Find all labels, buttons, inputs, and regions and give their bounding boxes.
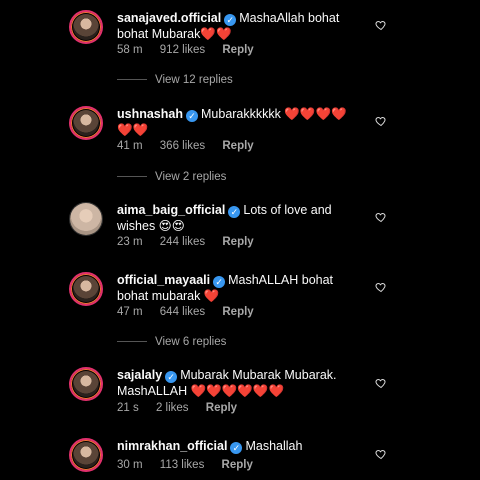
comment-likes[interactable]: 644 likes — [160, 306, 205, 318]
comment-username[interactable]: nimrakhan_official — [117, 439, 227, 453]
view-replies-label: View 12 replies — [155, 74, 233, 86]
heart-outline-icon[interactable] — [375, 19, 387, 31]
view-replies-button[interactable]: View 12 replies — [117, 74, 233, 86]
comment-body: sanajaved.official ✓ MashaAllah bohat boha… — [117, 10, 362, 42]
reply-button[interactable]: Reply — [222, 236, 253, 248]
comment-username[interactable]: ushnashah — [117, 107, 183, 121]
reply-button[interactable]: Reply — [222, 459, 253, 471]
avatar[interactable] — [69, 367, 103, 401]
comment-meta: 41 m 366 likes Reply — [117, 140, 268, 152]
comment-username[interactable]: sanajaved.official — [117, 11, 221, 25]
verified-badge-icon: ✓ — [213, 276, 226, 288]
comment-body: official_mayaali ✓ MashALLAH bohat bohat m… — [117, 272, 362, 304]
comment-meta: 21 s 2 likes Reply — [117, 402, 251, 414]
reply-button[interactable]: Reply — [206, 402, 237, 414]
comment-likes[interactable]: 244 likes — [160, 236, 205, 248]
heart-outline-icon[interactable] — [375, 448, 387, 460]
reply-button[interactable]: Reply — [222, 306, 253, 318]
verified-badge-icon: ✓ — [186, 110, 198, 122]
comment-likes[interactable]: 2 likes — [156, 402, 189, 414]
divider — [117, 176, 147, 178]
heart-outline-icon[interactable] — [375, 211, 387, 223]
comment-likes[interactable]: 113 likes — [160, 459, 205, 471]
divider — [117, 341, 147, 343]
avatar[interactable] — [69, 202, 103, 236]
verified-badge-icon: ✓ — [224, 14, 237, 26]
comment-text: Mashallah — [245, 439, 303, 453]
comment-meta: 58 m 912 likes Reply — [117, 44, 268, 56]
view-replies-button[interactable]: View 6 replies — [117, 336, 226, 348]
heart-outline-icon[interactable] — [375, 281, 387, 293]
heart-outline-icon[interactable] — [375, 115, 387, 127]
comment-body: aima_baig_official ✓ Lots of love and wish… — [117, 202, 362, 234]
avatar[interactable] — [69, 272, 103, 306]
comment-body: ushnashah ✓ Mubarakkkkkk ❤️❤️❤️❤️❤️❤️ — [117, 106, 362, 138]
comment-likes[interactable]: 912 likes — [160, 44, 205, 56]
comment-time: 30 m — [117, 459, 143, 471]
comment-time: 41 m — [117, 140, 143, 152]
comment-time: 47 m — [117, 306, 143, 318]
comment-meta: 47 m 644 likes Reply — [117, 306, 268, 318]
view-replies-label: View 2 replies — [155, 171, 227, 183]
comment-username[interactable]: sajalaly — [117, 368, 162, 382]
divider — [117, 79, 147, 81]
reply-button[interactable]: Reply — [222, 140, 253, 152]
reply-button[interactable]: Reply — [222, 44, 253, 56]
comment-likes[interactable]: 366 likes — [160, 140, 205, 152]
heart-outline-icon[interactable] — [375, 377, 387, 389]
avatar[interactable] — [69, 106, 103, 140]
comment-body: sajalaly ✓ Mubarak Mubarak Mubarak. MashAL… — [117, 367, 362, 399]
view-replies-button[interactable]: View 2 replies — [117, 171, 226, 183]
comment-username[interactable]: aima_baig_official — [117, 203, 225, 217]
comment-time: 23 m — [117, 236, 143, 248]
view-replies-label: View 6 replies — [155, 336, 227, 348]
comment-body: nimrakhan_official ✓ Mashallah — [117, 438, 362, 454]
comment-meta: 30 m 113 likes Reply — [117, 459, 267, 471]
comment-meta: 23 m 244 likes Reply — [117, 236, 268, 248]
verified-badge-icon: ✓ — [228, 206, 241, 218]
comment-time: 21 s — [117, 402, 139, 414]
verified-badge-icon: ✓ — [230, 442, 243, 454]
comment-username[interactable]: official_mayaali — [117, 273, 210, 287]
avatar[interactable] — [69, 438, 103, 472]
comment-time: 58 m — [117, 44, 143, 56]
verified-badge-icon: ✓ — [165, 371, 178, 383]
avatar[interactable] — [69, 10, 103, 44]
